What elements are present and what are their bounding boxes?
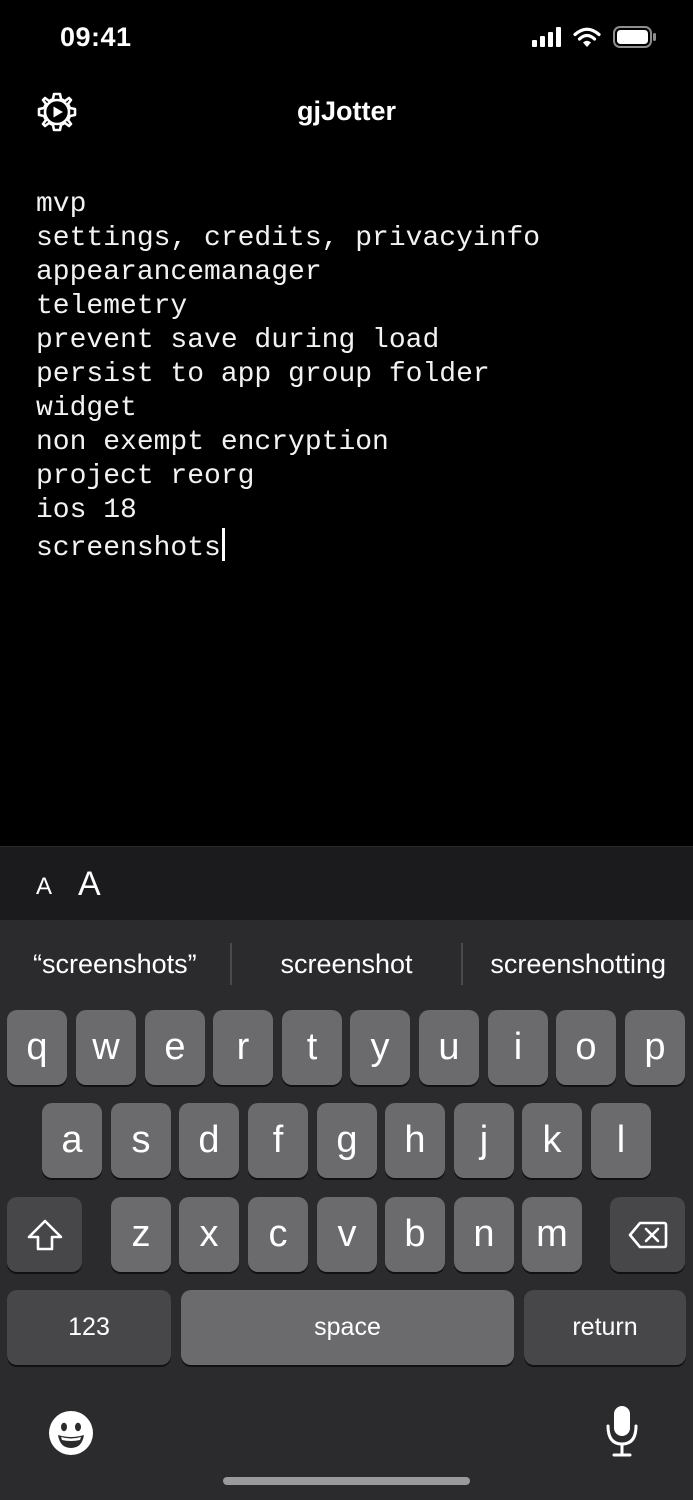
cellular-signal-icon [532,27,561,47]
suggestion-bar: “screenshots” screenshot screenshotting [0,920,693,1008]
key-b[interactable]: b [385,1197,445,1272]
note-line-current: screenshots [36,528,676,564]
wifi-icon [573,27,601,47]
increase-font-button[interactable]: A [78,865,101,904]
key-k[interactable]: k [522,1103,582,1178]
battery-icon [613,26,656,48]
status-time: 09:41 [60,22,132,52]
note-line: persist to app group folder [36,359,490,390]
key-r[interactable]: r [213,1010,273,1085]
key-z[interactable]: z [111,1197,171,1272]
delete-key[interactable] [610,1197,685,1272]
note-line: ios 18 [36,495,137,526]
key-m[interactable]: m [522,1197,582,1272]
shift-key[interactable] [7,1197,82,1272]
key-c[interactable]: c [248,1197,308,1272]
shift-icon [27,1219,62,1250]
note-editor[interactable]: mvp settings, credits, privacyinfo appea… [36,188,676,564]
key-a[interactable]: a [42,1103,102,1178]
key-v[interactable]: v [317,1197,377,1272]
key-q[interactable]: q [7,1010,67,1085]
suggestion-item[interactable]: “screenshots” [0,949,230,980]
note-line-text: screenshots [36,533,221,564]
note-line: telemetry [36,291,188,322]
key-h[interactable]: h [385,1103,445,1178]
key-f[interactable]: f [248,1103,308,1178]
key-s[interactable]: s [111,1103,171,1178]
key-w[interactable]: w [76,1010,136,1085]
note-line: prevent save during load [36,325,440,356]
status-icons [532,26,657,48]
font-size-accessory-bar: A A [0,846,693,920]
note-line: widget [36,393,137,424]
microphone-icon[interactable] [604,1404,640,1458]
app-title: gjJotter [296,96,396,126]
note-line: non exempt encryption [36,427,389,458]
key-l[interactable]: l [591,1103,651,1178]
key-n[interactable]: n [454,1197,514,1272]
key-y[interactable]: y [350,1010,410,1085]
emoji-icon[interactable] [48,1410,94,1456]
space-key[interactable]: space [181,1290,514,1365]
key-g[interactable]: g [317,1103,377,1178]
note-line: appearancemanager [36,257,322,288]
note-line: settings, credits, privacyinfo [36,223,541,254]
suggestion-item[interactable]: screenshotting [463,949,693,980]
key-p[interactable]: p [625,1010,685,1085]
key-i[interactable]: i [488,1010,548,1085]
text-caret [221,528,225,561]
suggestion-item[interactable]: screenshot [232,949,462,980]
numbers-key[interactable]: 123 [7,1290,171,1365]
key-d[interactable]: d [179,1103,239,1178]
key-x[interactable]: x [179,1197,239,1272]
key-e[interactable]: e [145,1010,205,1085]
delete-icon [628,1221,667,1248]
decrease-font-button[interactable]: A [36,873,52,901]
return-key[interactable]: return [524,1290,686,1365]
key-u[interactable]: u [419,1010,479,1085]
note-line: mvp [36,189,87,220]
key-j[interactable]: j [454,1103,514,1178]
note-line: project reorg [36,461,255,492]
key-t[interactable]: t [282,1010,342,1085]
home-indicator[interactable] [223,1477,470,1485]
key-o[interactable]: o [556,1010,616,1085]
